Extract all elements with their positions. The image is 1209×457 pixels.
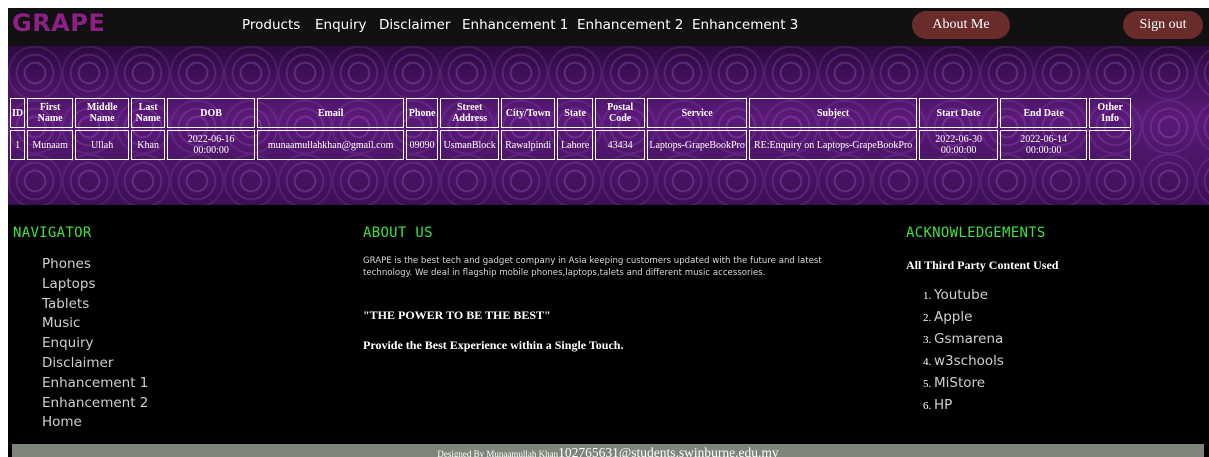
ack-mistore: MiStore (934, 375, 986, 391)
col-service: Service (647, 98, 748, 128)
col-city: City/Town (501, 98, 556, 128)
acknowledgements-list: 1. Youtube 2. Apple 3. Gsmarena 4. w3sch… (923, 284, 1004, 416)
acknowledgements-subtitle: All Third Party Content Used (906, 258, 1059, 272)
cell-other-info (1089, 130, 1132, 160)
col-other-info: Other Info (1089, 98, 1132, 128)
navigator-list: Phones Laptops Tablets Music Enquiry Dis… (42, 255, 148, 433)
cell-last-name: Khan (131, 130, 166, 160)
nav-enquiry[interactable]: Enquiry (315, 17, 367, 33)
col-first-name: First Name (27, 98, 74, 128)
nav-enhancement-3[interactable]: Enhancement 3 (692, 17, 798, 33)
about-me-button[interactable]: About Me (912, 11, 1010, 39)
acknowledgements-title: ACKNOWLEDGEMENTS (906, 225, 1046, 241)
list-item: 6. HP (923, 397, 953, 413)
cell-id: 1 (10, 130, 26, 160)
col-state: State (557, 98, 594, 128)
list-item: 1. Youtube (923, 287, 988, 303)
cell-city: Rawalpindi (501, 130, 556, 160)
nav-disclaimer[interactable]: Disclaimer (379, 17, 450, 33)
site-logo[interactable]: GRAPE (12, 9, 105, 37)
cell-end-date: 2022-06-14 00:00:00 (1000, 130, 1088, 160)
ack-hp: HP (934, 397, 953, 413)
footer-designed-by: Designed By Munaamullah Khan (437, 449, 559, 457)
navigator-link-music[interactable]: Music (42, 314, 148, 334)
navigator-link-enhancement-2[interactable]: Enhancement 2 (42, 394, 148, 414)
col-street: Street Address (440, 98, 500, 128)
purple-banner: ID First Name Middle Name Last Name DOB … (8, 46, 1209, 205)
cell-email: munaamullahkhan@gmail.com (257, 130, 405, 160)
cell-first-name: Munaam (27, 130, 74, 160)
nav-enhancement-2[interactable]: Enhancement 2 (577, 17, 683, 33)
about-slogan: "THE POWER TO BE THE BEST" (363, 308, 551, 322)
col-middle-name: Middle Name (75, 98, 130, 128)
footer-bar: Designed By Munaamullah Khan102765631@st… (12, 444, 1204, 457)
about-tagline: Provide the Best Experience within a Sin… (363, 338, 624, 352)
col-email: Email (257, 98, 405, 128)
cell-start-date: 2022-06-30 00:00:00 (919, 130, 999, 160)
table-header-row: ID First Name Middle Name Last Name DOB … (10, 98, 1132, 128)
cell-phone: 09090 (406, 130, 439, 160)
cell-service: Laptops-GrapeBookPro (647, 130, 748, 160)
col-start-date: Start Date (919, 98, 999, 128)
about-paragraph: GRAPE is the best tech and gadget compan… (363, 256, 822, 278)
col-subject: Subject (749, 98, 918, 128)
col-id: ID (10, 98, 26, 128)
ack-w3schools: w3schools (934, 353, 1004, 369)
navigator-link-enquiry[interactable]: Enquiry (42, 334, 148, 354)
page-frame: GRAPE Products Enquiry Disclaimer Enhanc… (8, 8, 1209, 457)
list-item: 5. MiStore (923, 375, 986, 391)
cell-street: UsmanBlock (440, 130, 500, 160)
list-item: 3. Gsmarena (923, 331, 1004, 347)
ack-youtube: Youtube (934, 287, 988, 303)
ack-gsmarena: Gsmarena (934, 331, 1004, 347)
navigator-link-enhancement-1[interactable]: Enhancement 1 (42, 374, 148, 394)
navigator-title: NAVIGATOR (13, 225, 92, 241)
top-navbar: GRAPE Products Enquiry Disclaimer Enhanc… (8, 8, 1209, 46)
col-postal: Postal Code (595, 98, 646, 128)
navigator-link-phones[interactable]: Phones (42, 255, 148, 275)
navigator-link-laptops[interactable]: Laptops (42, 275, 148, 295)
list-item: 4. w3schools (923, 353, 1004, 369)
col-end-date: End Date (1000, 98, 1088, 128)
ack-apple: Apple (934, 309, 973, 325)
footer-email[interactable]: 102765631@students.swinburne.edu.my (558, 445, 779, 457)
cell-dob: 2022-06-16 00:00:00 (167, 130, 256, 160)
col-phone: Phone (406, 98, 439, 128)
cell-subject: RE:Enquiry on Laptops-GrapeBookPro (749, 130, 918, 160)
list-item: 2. Apple (923, 309, 973, 325)
enquiry-table: ID First Name Middle Name Last Name DOB … (8, 96, 1133, 162)
col-last-name: Last Name (131, 98, 166, 128)
navigator-link-disclaimer[interactable]: Disclaimer (42, 354, 148, 374)
table-row: 1 Munaam Ullah Khan 2022-06-16 00:00:00 … (10, 130, 1132, 160)
cell-postal: 43434 (595, 130, 646, 160)
navigator-link-home[interactable]: Home (42, 413, 148, 433)
nav-products[interactable]: Products (242, 17, 300, 33)
col-dob: DOB (167, 98, 256, 128)
nav-enhancement-1[interactable]: Enhancement 1 (462, 17, 568, 33)
about-title: ABOUT US (363, 225, 433, 241)
sign-out-button[interactable]: Sign out (1123, 11, 1203, 39)
cell-middle-name: Ullah (75, 130, 130, 160)
navigator-link-tablets[interactable]: Tablets (42, 295, 148, 315)
cell-state: Lahore (557, 130, 594, 160)
